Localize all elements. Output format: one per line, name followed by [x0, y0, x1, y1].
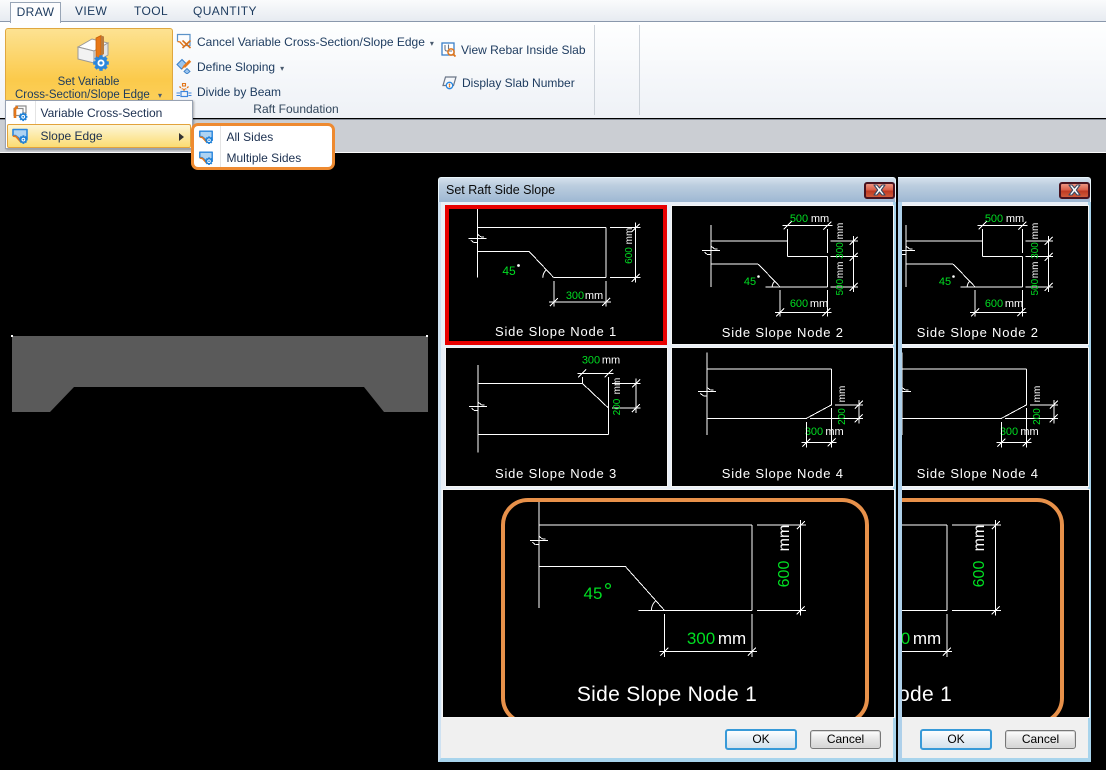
svg-text:mm: mm	[1030, 261, 1041, 278]
svg-text:300: 300	[835, 241, 846, 258]
svg-text:mm: mm	[809, 298, 827, 310]
svg-text:500: 500	[984, 213, 1002, 225]
svg-text:600: 600	[624, 246, 635, 263]
svg-text:200: 200	[1032, 407, 1043, 424]
svg-text:mm: mm	[1032, 385, 1043, 402]
svg-text:200: 200	[612, 398, 623, 415]
svg-text:mm: mm	[624, 227, 635, 244]
svg-text:300: 300	[804, 426, 822, 438]
svg-text:mm: mm	[584, 290, 602, 302]
svg-text:500: 500	[789, 213, 807, 225]
svg-text:300: 300	[999, 426, 1017, 438]
svg-text:200: 200	[837, 407, 848, 424]
svg-text:45: 45	[502, 264, 516, 278]
svg-text:mm: mm	[1030, 222, 1041, 239]
svg-text:mm: mm	[835, 261, 846, 278]
svg-text:300: 300	[1030, 241, 1041, 258]
svg-text:600: 600	[789, 298, 807, 310]
svg-text:600: 600	[984, 298, 1002, 310]
svg-text:300: 300	[565, 290, 583, 302]
svg-text:mm: mm	[601, 354, 619, 366]
svg-text:mm: mm	[1020, 426, 1038, 438]
svg-text:mm: mm	[1005, 213, 1023, 225]
svg-text:mm: mm	[837, 385, 848, 402]
svg-text:mm: mm	[825, 426, 843, 438]
svg-text:45: 45	[938, 276, 950, 288]
svg-text:mm: mm	[612, 377, 623, 394]
svg-text:mm: mm	[1004, 298, 1022, 310]
svg-text:mm: mm	[810, 213, 828, 225]
svg-text:500: 500	[1030, 278, 1041, 295]
svg-text:300: 300	[581, 354, 599, 366]
svg-text:mm: mm	[835, 222, 846, 239]
svg-text:45: 45	[743, 276, 755, 288]
svg-text:500: 500	[835, 278, 846, 295]
